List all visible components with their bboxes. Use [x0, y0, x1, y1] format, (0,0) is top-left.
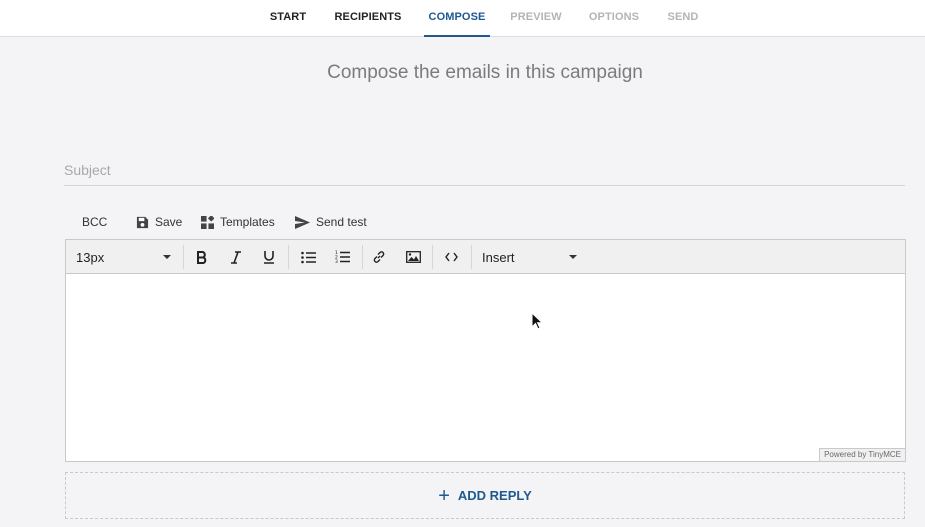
send-test-button[interactable]: Send test	[295, 212, 367, 232]
insert-label: Insert	[482, 249, 515, 265]
toolbar-divider	[183, 245, 184, 269]
subject-input[interactable]	[64, 158, 905, 186]
bcc-button[interactable]: BCC	[82, 212, 107, 232]
page-title: Compose the emails in this campaign	[327, 62, 643, 83]
toolbar-divider	[288, 245, 289, 269]
svg-text:3: 3	[335, 259, 338, 264]
templates-label: Templates	[220, 215, 275, 229]
image-button[interactable]	[399, 240, 427, 274]
italic-icon	[231, 250, 241, 264]
step-send: SEND	[667, 11, 699, 23]
numbered-list-icon: 123	[335, 250, 350, 264]
link-button[interactable]	[365, 240, 393, 274]
step-preview: PREVIEW	[510, 11, 562, 23]
step-compose[interactable]: COMPOSE	[424, 0, 490, 37]
image-icon	[405, 251, 421, 263]
add-reply-label: ADD REPLY	[457, 488, 532, 503]
font-size-value: 13px	[76, 249, 105, 265]
chevron-down-icon	[163, 255, 171, 259]
underline-icon	[264, 251, 274, 264]
bold-button[interactable]	[188, 240, 216, 274]
step-start[interactable]: START	[262, 0, 314, 37]
templates-button[interactable]: Templates	[201, 212, 275, 232]
toolbar-divider	[432, 245, 433, 269]
bold-icon	[197, 250, 207, 264]
send-test-label: Send test	[316, 215, 367, 229]
chevron-down-icon	[569, 255, 577, 259]
add-reply-button[interactable]: + ADD REPLY	[65, 472, 905, 519]
step-options: OPTIONS	[588, 11, 640, 23]
insert-menu[interactable]: Insert	[472, 240, 588, 274]
step-recipients[interactable]: RECIPIENTS	[331, 0, 405, 37]
code-icon	[444, 252, 458, 262]
templates-icon	[201, 215, 214, 229]
powered-by-label: Powered by TinyMCE	[819, 448, 905, 461]
numbered-list-button[interactable]: 123	[328, 240, 356, 274]
save-button[interactable]: Save	[136, 212, 182, 232]
italic-button[interactable]	[222, 240, 250, 274]
bullet-list-icon	[300, 251, 316, 263]
toolbar-divider	[362, 245, 363, 269]
bullet-list-button[interactable]	[294, 240, 322, 274]
step-navigation: START RECIPIENTS COMPOSE PREVIEW OPTIONS…	[0, 0, 925, 37]
save-icon	[136, 216, 149, 228]
send-icon	[295, 215, 310, 229]
email-editor: 13px 123 Insert Powered by TinyMCE	[65, 239, 906, 462]
plus-icon: +	[438, 484, 450, 507]
bcc-label: BCC	[82, 215, 108, 229]
editor-toolbar: 13px 123 Insert	[66, 240, 905, 274]
link-icon	[373, 251, 385, 263]
font-size-select[interactable]: 13px	[66, 240, 182, 274]
mouse-cursor-icon	[531, 312, 543, 330]
code-button[interactable]	[437, 240, 465, 274]
underline-button[interactable]	[255, 240, 283, 274]
editor-content-area[interactable]	[66, 274, 905, 461]
save-label: Save	[155, 215, 183, 229]
